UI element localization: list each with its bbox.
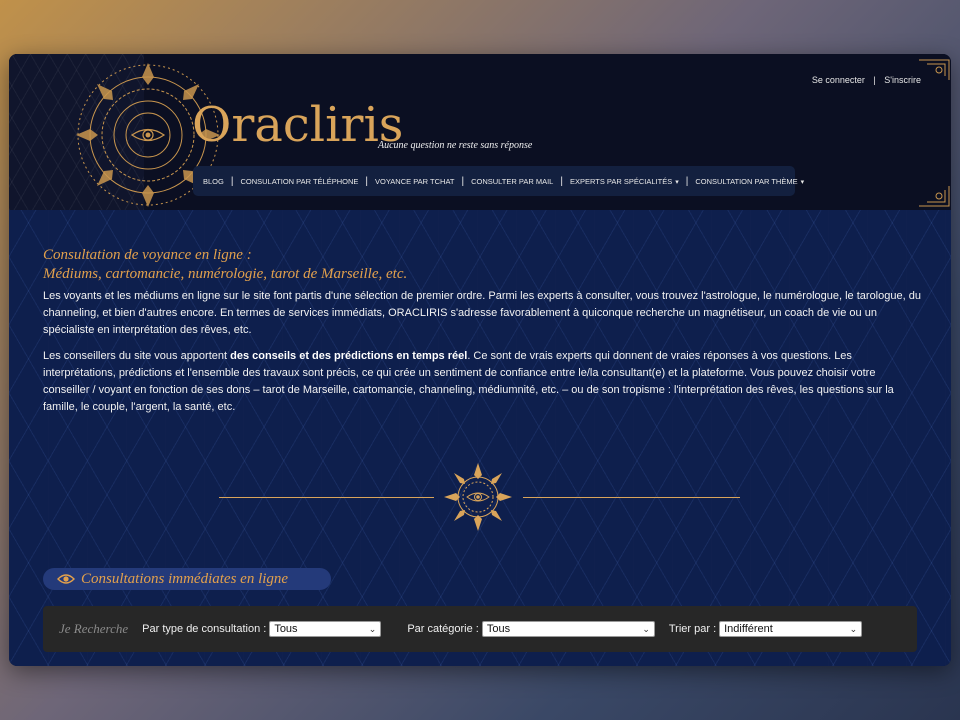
page-heading: Consultation de voyance en ligne : Médiu… bbox=[43, 246, 407, 284]
caret-down-icon: ▾ bbox=[675, 178, 679, 186]
nav-item-theme[interactable]: CONSULTATION PAR THÈME ▾ bbox=[695, 177, 804, 186]
type-select[interactable]: Tous ⌄ bbox=[269, 621, 382, 637]
intro-paragraph: Les voyants et les médiums en ligne sur … bbox=[43, 290, 921, 336]
divider-line-left bbox=[219, 497, 434, 498]
sort-select-value: Indifférent bbox=[724, 623, 773, 635]
sort-filter-label: Trier par : bbox=[668, 623, 717, 635]
search-label: Je Recherche bbox=[59, 621, 129, 636]
nav-item-experts-label: EXPERTS PAR SPÉCIALITÉS bbox=[569, 176, 673, 186]
heading-line-1: Consultation de voyance en ligne : bbox=[43, 247, 252, 263]
nav-separator: | bbox=[230, 175, 234, 187]
auth-links: Se connecter | S'inscrire bbox=[812, 75, 921, 85]
category-select-value: Tous bbox=[486, 623, 511, 635]
corner-ornament-icon bbox=[919, 186, 950, 207]
nav-item-mail[interactable]: CONSULTER PAR MAIL bbox=[471, 177, 553, 186]
category-select[interactable]: Tous ⌄ bbox=[481, 621, 655, 637]
browser-window: Se connecter | S'inscrire Oracliris Aucu… bbox=[9, 54, 951, 666]
sort-select[interactable]: Indifférent ⌄ bbox=[719, 621, 863, 637]
divider-line-right bbox=[523, 497, 740, 498]
nav-item-phone[interactable]: CONSULATION PAR TÉLÉPHONE bbox=[240, 177, 358, 186]
nav-separator: | bbox=[560, 175, 563, 187]
site-tagline: Aucune question ne reste sans réponse bbox=[378, 140, 533, 151]
eye-icon bbox=[57, 574, 75, 584]
advice-text-start: Les conseillers du site vous apportent bbox=[43, 350, 231, 362]
section-title: Consultations immédiates en ligne bbox=[81, 570, 289, 587]
nav-item-chat[interactable]: VOYANCE PAR TCHAT bbox=[375, 177, 454, 186]
chevron-down-icon: ⌄ bbox=[849, 623, 858, 634]
auth-separator: | bbox=[873, 75, 876, 85]
login-link[interactable]: Se connecter bbox=[812, 75, 865, 85]
nav-separator: | bbox=[461, 175, 465, 187]
type-select-value: Tous bbox=[274, 623, 298, 635]
signup-link[interactable]: S'inscrire bbox=[884, 75, 921, 85]
corner-ornament-icon bbox=[919, 59, 950, 80]
nav-item-theme-label: CONSULTATION PAR THÈME bbox=[695, 176, 798, 186]
chevron-down-icon: ⌄ bbox=[368, 623, 377, 634]
main-content: Consultation de voyance en ligne : Médiu… bbox=[9, 210, 951, 666]
advice-text-bold: des conseils et des prédictions en temps… bbox=[230, 350, 468, 362]
site-logo[interactable]: Oracliris bbox=[192, 97, 403, 153]
filter-bar: Je Recherche Par type de consultation : … bbox=[43, 606, 917, 652]
caret-down-icon: ▾ bbox=[800, 178, 805, 186]
nav-separator: | bbox=[365, 175, 369, 187]
type-filter-label: Par type de consultation : bbox=[142, 623, 267, 635]
nav-separator: | bbox=[685, 175, 689, 187]
nav-item-blog[interactable]: BLOG bbox=[203, 177, 224, 186]
chevron-down-icon: ⌄ bbox=[642, 623, 650, 634]
eye-mandala-icon bbox=[444, 463, 512, 531]
advice-paragraph: Les conseillers du site vous apportent d… bbox=[43, 348, 923, 416]
main-nav: BLOG | CONSULATION PAR TÉLÉPHONE | VOYAN… bbox=[193, 166, 804, 196]
section-header: Consultations immédiates en ligne bbox=[43, 568, 331, 590]
nav-item-experts[interactable]: EXPERTS PAR SPÉCIALITÉS ▾ bbox=[570, 177, 679, 186]
site-header: Se connecter | S'inscrire Oracliris Aucu… bbox=[9, 54, 951, 210]
heading-line-2: Médiums, cartomancie, numérologie, tarot… bbox=[43, 266, 408, 282]
category-filter-label: Par catégorie : bbox=[407, 623, 479, 635]
